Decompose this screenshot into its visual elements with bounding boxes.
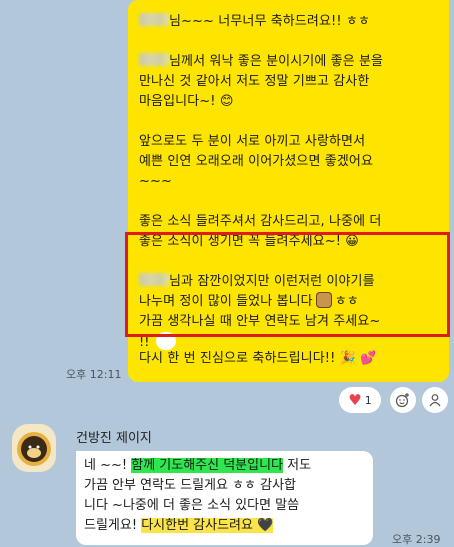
- message-time: 오후 12:11: [66, 368, 122, 381]
- message-paragraph: 님께서 워낙 좋은 분이시기에 좋은 분을 만나신 것 같아서 저도 정말 기쁘…: [139, 53, 384, 109]
- blurred-name: [139, 13, 169, 26]
- other-message-bubble[interactable]: 네 ~~! 함께 기도해주신 덕분입니다 저도 가끔 안부 연락도 드릴게요 ㅎ…: [76, 451, 373, 545]
- avatar[interactable]: [12, 424, 56, 472]
- green-highlight: 함께 기도해주신 덕분입니다: [131, 458, 284, 473]
- heart-reaction-button[interactable]: ♥ 1: [339, 387, 381, 413]
- user-reaction-button[interactable]: [422, 387, 448, 413]
- add-reaction-button[interactable]: [390, 387, 416, 413]
- message-paragraph: 앞으로도 두 분이 서로 아끼고 사랑하면서 예쁜 인연 오래오래 이어가셨으면…: [139, 134, 374, 189]
- blurred-name: [139, 53, 169, 66]
- person-icon: [429, 394, 441, 407]
- heart-icon: ♥: [348, 391, 362, 409]
- red-highlight-box: [125, 232, 450, 337]
- yellow-highlight: 다시한번 감사드려요 🖤: [141, 518, 274, 533]
- message-paragraph: 님~~~ 너무너무 축하드려요!! ㅎㅎ: [139, 12, 439, 32]
- smiley-plus-icon: [395, 393, 409, 408]
- lion-avatar-icon: [17, 432, 51, 466]
- sender-name: 건방진 제이지: [76, 431, 152, 446]
- my-message-bubble[interactable]: 님~~~ 너무너무 축하드려요!! ㅎㅎ 님께서 워낙 좋은 분이시기에 좋은 …: [125, 0, 450, 382]
- message-last-line: 다시 한 번 진심으로 축하드립니다!! 🎉 💕: [139, 351, 377, 366]
- heart-count: 1: [364, 393, 372, 407]
